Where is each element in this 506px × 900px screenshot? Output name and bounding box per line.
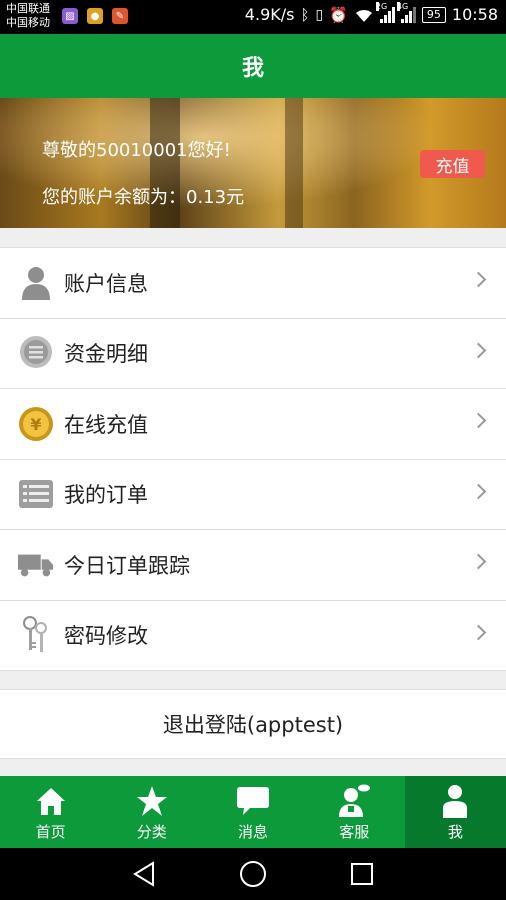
tab-customer-service[interactable]: 客服: [304, 776, 405, 848]
menu-item-my-orders[interactable]: 我的订单: [0, 460, 506, 530]
tab-me[interactable]: 我: [404, 776, 506, 848]
tab-home[interactable]: 首页: [0, 776, 101, 848]
vibrate-icon: ▯: [315, 6, 324, 23]
notification-icons: ▨ ● ✎: [62, 8, 128, 24]
system-nav-bar: [0, 848, 506, 900]
gallery-notification-icon: ▨: [62, 8, 78, 24]
network-type-2: 4G: [396, 1, 409, 11]
truck-icon: [18, 547, 54, 583]
chat-icon: [236, 783, 270, 819]
tab-label: 首页: [35, 822, 66, 841]
chevron-right-icon: [470, 553, 487, 570]
chevron-right-icon: [470, 271, 487, 288]
menu-item-label: 资金明细: [64, 342, 148, 367]
alarm-icon: ⏰: [329, 5, 348, 24]
home-circle-icon[interactable]: [238, 859, 268, 889]
svg-text:¥: ¥: [30, 415, 41, 434]
wifi-icon: [355, 9, 372, 22]
chevron-right-icon: [470, 483, 487, 499]
tab-label: 消息: [238, 822, 269, 841]
star-icon: [136, 783, 168, 819]
home-icon: [36, 783, 66, 819]
balance-text: 您的账户余额为：0.13元: [42, 187, 245, 208]
status-indicators: 4.9K/s ᛒ ▯ ⏰ 2G 4G 95 10:58: [244, 1, 498, 24]
yen-coin-icon: ¥: [18, 406, 54, 442]
tab-label: 分类: [136, 822, 167, 841]
customer-service-icon: [337, 783, 371, 819]
tab-category[interactable]: 分类: [101, 776, 202, 848]
menu-item-account-info[interactable]: 账户信息: [0, 248, 506, 319]
menu-item-change-password[interactable]: 密码修改: [0, 601, 506, 671]
person-icon: [442, 783, 468, 819]
keys-icon: [18, 616, 54, 653]
network-speed: 4.9K/s: [244, 5, 295, 24]
tool-notification-icon: ✎: [112, 8, 128, 24]
recents-icon[interactable]: [347, 859, 377, 889]
status-bar: 中国联通 中国移动 ▨ ● ✎ 4.9K/s ᛒ ▯ ⏰ 2G 4G 95 10…: [0, 0, 506, 34]
chevron-right-icon: [470, 342, 487, 358]
menu-item-label: 今日订单跟踪: [64, 553, 190, 578]
menu-item-fund-details[interactable]: 资金明细: [0, 319, 506, 389]
document-bubble-icon: [18, 335, 54, 371]
bluetooth-icon: ᛒ: [300, 5, 310, 24]
chevron-right-icon: [470, 412, 487, 429]
menu-item-order-tracking[interactable]: 今日订单跟踪: [0, 530, 506, 601]
carrier-2: 中国移动: [6, 16, 50, 29]
clock: 10:58: [451, 5, 498, 24]
signal-4g-icon: 4G: [396, 1, 416, 23]
tab-label: 我: [447, 822, 463, 841]
recharge-button[interactable]: 充值: [420, 150, 485, 178]
greeting-text: 尊敬的50010001您好!: [42, 140, 231, 161]
signal-2g-icon: 2G: [375, 1, 395, 23]
battery-icon: 95: [421, 6, 446, 23]
back-icon[interactable]: [129, 859, 159, 889]
bottom-tab-bar: 首页 分类 消息 客服 我: [0, 776, 506, 848]
chevron-right-icon: [470, 624, 487, 640]
person-icon: [18, 265, 54, 301]
account-menu: 账户信息 资金明细 ¥ 在线充值 我的订单 今日订单跟踪 密码修改: [0, 247, 506, 671]
menu-item-label: 在线充值: [64, 412, 148, 437]
tab-messages[interactable]: 消息: [202, 776, 303, 848]
logout-label: 退出登陆(apptest): [162, 713, 344, 737]
page-header: 我: [0, 34, 506, 98]
app-notification-icon: ●: [87, 8, 103, 24]
menu-item-label: 账户信息: [64, 271, 148, 296]
menu-item-online-recharge[interactable]: ¥ 在线充值: [0, 389, 506, 460]
list-icon: [18, 476, 54, 512]
carrier-1: 中国联通: [6, 2, 50, 15]
page-title: 我: [241, 56, 264, 81]
menu-item-label: 我的订单: [64, 483, 148, 508]
menu-item-label: 密码修改: [64, 624, 148, 649]
tab-label: 客服: [339, 822, 370, 841]
network-type-1: 2G: [375, 1, 388, 11]
carrier-labels: 中国联通 中国移动: [6, 2, 50, 30]
logout-button[interactable]: 退出登陆(apptest): [0, 689, 506, 759]
